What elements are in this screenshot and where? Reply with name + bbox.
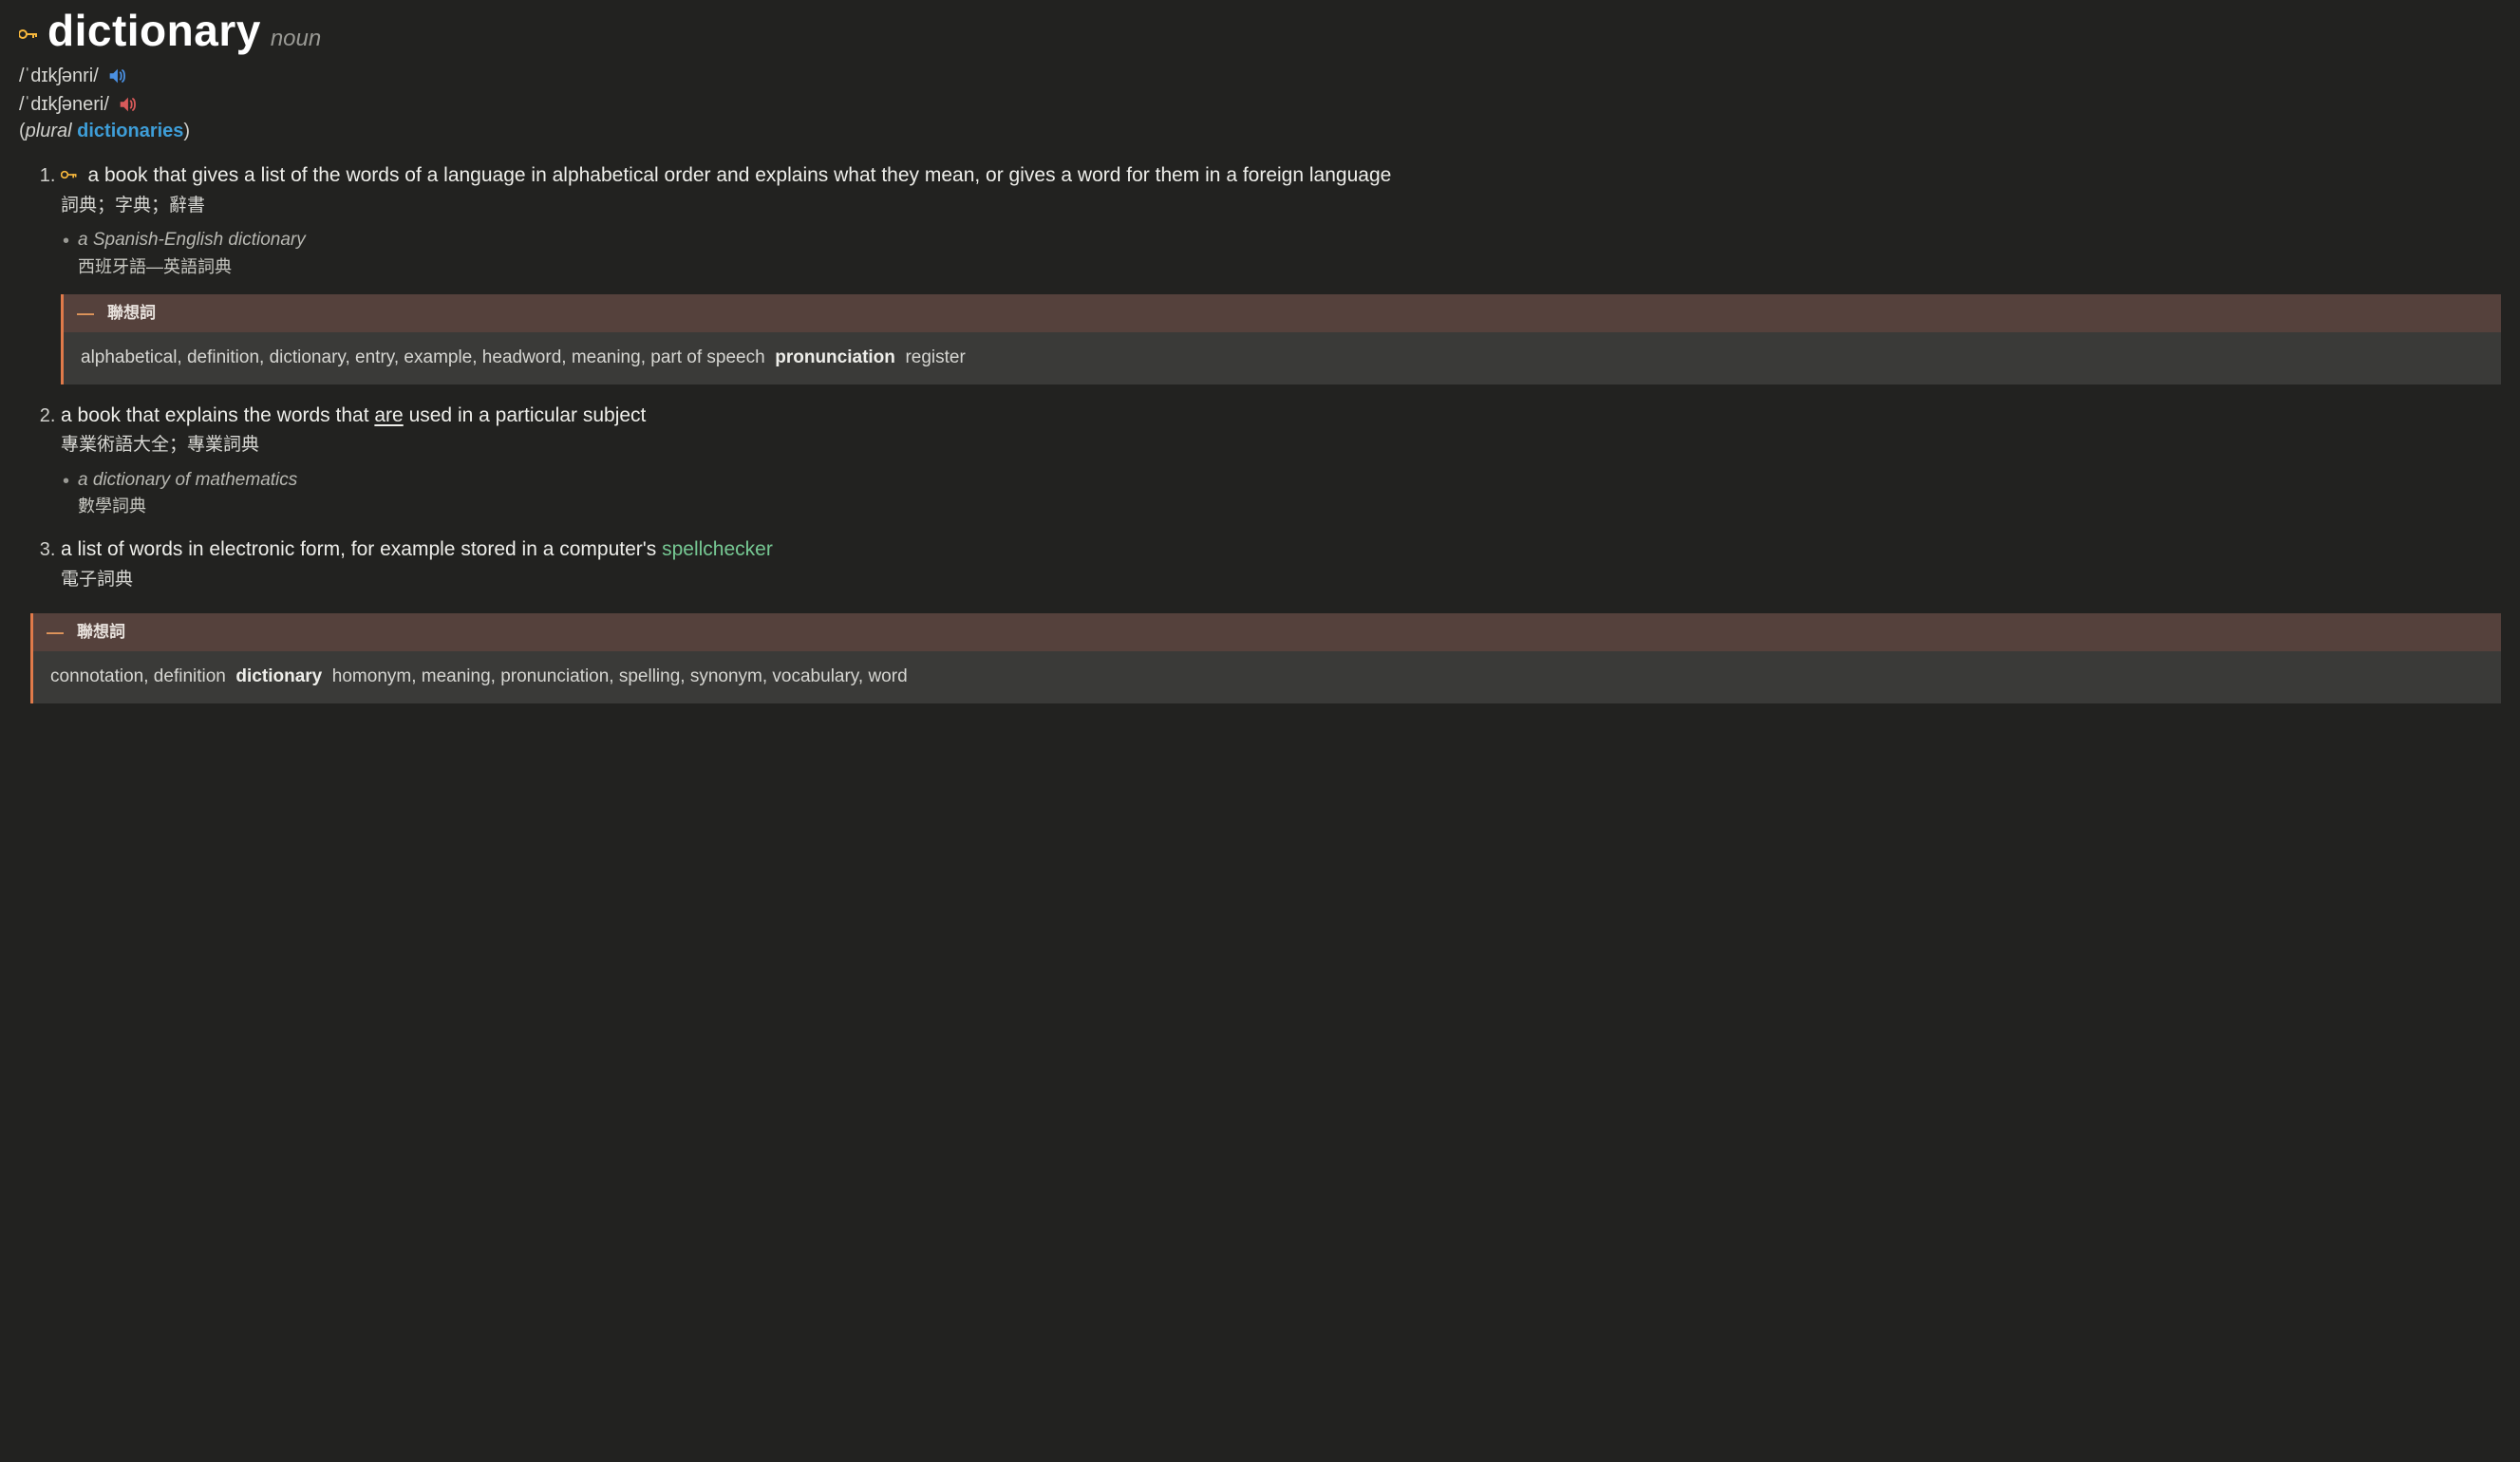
entry-header: dictionary noun [19, 0, 2501, 61]
sense-item: a list of words in electronic form, for … [61, 535, 2501, 592]
audio-gb-icon[interactable] [106, 66, 127, 86]
definition-zh: 專業術語大全；專業詞典 [61, 433, 2501, 459]
dictionary-entry: dictionary noun /ˈdɪkʃənri/ /ˈdɪkʃəneri/… [0, 0, 2520, 741]
sense-item: a book that gives a list of the words of… [61, 161, 2501, 384]
collocation-toggle[interactable]: — 聯想詞 [33, 613, 2501, 651]
pronunciation-gb: /ˈdɪkʃənri/ [19, 63, 2501, 89]
key-icon [19, 23, 38, 47]
cross-ref-link[interactable]: are [374, 404, 403, 426]
plural-label: plural [26, 121, 72, 141]
senses-list: a book that gives a list of the words of… [19, 161, 2501, 592]
definition-en: a book that explains the words that are … [61, 402, 2501, 429]
definition-zh: 詞典；字典；辭書 [61, 194, 2501, 219]
example-item: a Spanish-English dictionary 西班牙語—英語詞典 [61, 228, 2501, 279]
definition-en: a list of words in electronic form, for … [61, 535, 2501, 563]
example-zh: 西班牙語—英語詞典 [78, 255, 2501, 279]
ipa-us: /ˈdɪkʃəneri/ [19, 91, 109, 118]
collocation-box: — 聯想詞 alphabetical, definition, dictiona… [61, 294, 2501, 384]
collapse-icon: — [47, 624, 64, 641]
audio-us-icon[interactable] [117, 94, 138, 115]
cross-ref-link[interactable]: spellchecker [662, 538, 773, 560]
example-en: a Spanish-English dictionary [78, 228, 2501, 253]
collocation-title: 聯想詞 [107, 302, 156, 325]
plural-link[interactable]: dictionaries [77, 121, 183, 141]
examples-list: a Spanish-English dictionary 西班牙語—英語詞典 [61, 228, 2501, 279]
collocation-toggle[interactable]: — 聯想詞 [64, 294, 2501, 332]
collocation-box: — 聯想詞 connotation, definition dictionary… [30, 613, 2501, 703]
definition-zh: 電子詞典 [61, 568, 2501, 593]
collocation-title: 聯想詞 [77, 621, 125, 644]
example-zh: 數學詞典 [78, 495, 2501, 518]
part-of-speech: noun [271, 23, 321, 55]
pronunciation-us: /ˈdɪkʃəneri/ [19, 91, 2501, 118]
plural-line: (plural dictionaries) [19, 118, 2501, 144]
examples-list: a dictionary of mathematics 數學詞典 [61, 468, 2501, 519]
collapse-icon: — [77, 305, 94, 322]
collocation-body: connotation, definition dictionary homon… [33, 651, 2501, 703]
example-item: a dictionary of mathematics 數學詞典 [61, 468, 2501, 519]
example-en: a dictionary of mathematics [78, 468, 2501, 494]
sense-item: a book that explains the words that are … [61, 402, 2501, 519]
collocation-body: alphabetical, definition, dictionary, en… [64, 332, 2501, 384]
key-icon [61, 167, 82, 183]
headword: dictionary [47, 0, 261, 61]
definition-en: a book that gives a list of the words of… [61, 161, 2501, 189]
ipa-gb: /ˈdɪkʃənri/ [19, 63, 99, 89]
